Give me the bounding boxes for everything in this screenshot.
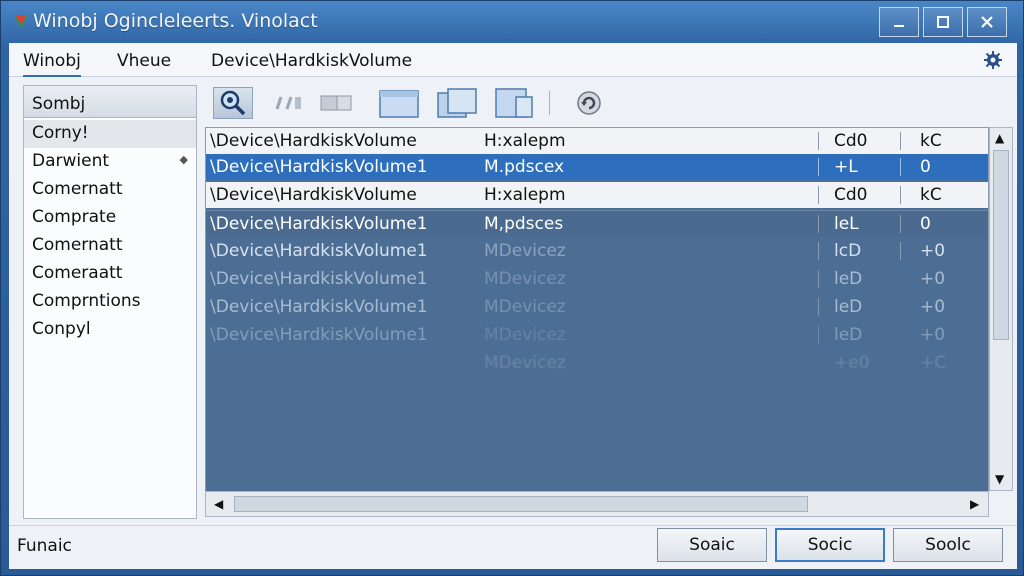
close-button[interactable]: [967, 7, 1007, 37]
table-row[interactable]: \Device\HardkiskVolume1 MDevicez leD +0: [206, 294, 988, 320]
table-row[interactable]: \Device\HardkiskVolume1 MDevicez leD +0: [206, 266, 988, 292]
horizontal-scrollbar[interactable]: ◀ ▶: [205, 491, 989, 517]
table-row[interactable]: \Device\HardkiskVolume H:xalepm Cd0 kC: [206, 128, 988, 154]
table-row-selected[interactable]: \Device\HardkiskVolume1 M.pdscex +L 0: [206, 154, 988, 180]
panels-icon: [320, 95, 352, 111]
maximize-icon: [937, 16, 949, 28]
tree-item[interactable]: Comernatt: [24, 232, 196, 260]
refresh-button[interactable]: [569, 87, 609, 119]
scroll-right-icon[interactable]: ▶: [970, 497, 979, 511]
title-bar[interactable]: Winobj Ogincleleerts. Vinolact: [1, 1, 1024, 43]
object-tree: Sombj Corny! Darwient ◆ Comernatt Compra…: [23, 85, 197, 519]
tree-item-expanded[interactable]: Darwient ◆: [24, 148, 196, 176]
table-row[interactable]: \Device\HardkiskVolume1 MDevicez lcD +0: [206, 238, 988, 264]
main-client-area: Sombj Corny! Darwient ◆ Comernatt Compra…: [9, 77, 1017, 525]
horizontal-scroll-thumb[interactable]: [234, 496, 808, 512]
window-button[interactable]: [491, 87, 539, 119]
refresh-icon: [577, 91, 601, 115]
properties-button[interactable]: [315, 87, 363, 119]
scroll-down-icon[interactable]: ▼: [995, 472, 1004, 486]
tree-item-label: Darwient: [32, 151, 110, 171]
tree-item[interactable]: Conpyl: [24, 316, 196, 344]
table-row[interactable]: MDevicez +e0 +C: [206, 350, 988, 376]
tree-header[interactable]: Sombj: [24, 86, 196, 118]
tree-item[interactable]: Comprate: [24, 204, 196, 232]
close-icon: [981, 16, 993, 28]
menu-winobj[interactable]: Winobj: [23, 51, 81, 77]
toolbar: [209, 83, 1009, 123]
menu-bar: Winobj Vheue Device\HardkiskVolume: [9, 43, 1017, 77]
tree-item[interactable]: Comprntions: [24, 288, 196, 316]
footer-button-2[interactable]: Socic: [775, 528, 885, 562]
settings-gear-icon[interactable]: [983, 50, 1003, 70]
app-window: Winobj Ogincleleerts. Vinolact Winobj Vh…: [0, 0, 1024, 576]
folder-icon: [379, 90, 419, 118]
window-icon: [495, 88, 533, 118]
vertical-scrollbar[interactable]: ▲ ▼: [989, 127, 1013, 491]
table-row[interactable]: \Device\HardkiskVolume1 MDevicez leD +0: [206, 322, 988, 348]
copy-icon: [437, 88, 477, 118]
app-icon: [14, 15, 28, 28]
status-text: Funaic: [17, 536, 72, 556]
toolbar-separator: [549, 91, 550, 115]
navigate-button[interactable]: [269, 87, 313, 119]
expand-arrow-icon[interactable]: ◆: [180, 153, 188, 166]
menu-device-path[interactable]: Device\HardkiskVolume: [211, 51, 412, 71]
maximize-button[interactable]: [923, 7, 963, 37]
vertical-scroll-thumb[interactable]: [993, 150, 1009, 340]
minimize-icon: [894, 25, 904, 27]
tree-item[interactable]: Corny!: [24, 120, 196, 148]
tree-item[interactable]: Comeraatt: [24, 260, 196, 288]
object-list: \Device\HardkiskVolume H:xalepm Cd0 kC \…: [205, 127, 989, 517]
magnifier-icon: [220, 90, 246, 116]
status-bar: Funaic Soaic Socic Soolc: [9, 525, 1017, 569]
folder-button[interactable]: [375, 87, 423, 119]
table-row[interactable]: \Device\HardkiskVolume H:xalepm Cd0 kC: [206, 182, 988, 208]
table-row[interactable]: \Device\HardkiskVolume1 M,pdsces leL 0: [206, 210, 988, 236]
menu-view[interactable]: Vheue: [117, 51, 171, 71]
footer-button-1[interactable]: Soaic: [657, 528, 767, 562]
arrows-icon: [275, 96, 301, 110]
scroll-left-icon[interactable]: ◀: [214, 497, 223, 511]
tree-item[interactable]: Comernatt: [24, 176, 196, 204]
copy-button[interactable]: [433, 87, 481, 119]
window-title: Winobj Ogincleleerts. Vinolact: [33, 10, 318, 32]
find-button[interactable]: [213, 87, 253, 119]
footer-button-3[interactable]: Soolc: [893, 528, 1003, 562]
scroll-up-icon[interactable]: ▲: [995, 131, 1004, 145]
minimize-button[interactable]: [879, 7, 919, 37]
